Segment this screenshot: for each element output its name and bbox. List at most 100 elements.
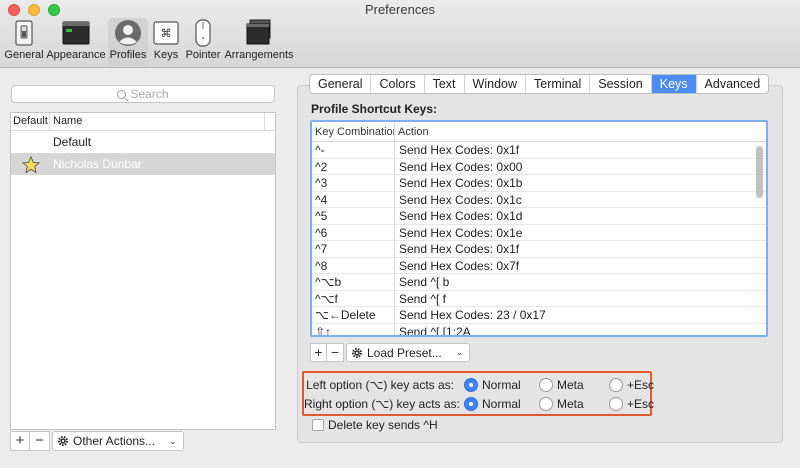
- chevron-down-icon: ⌄: [455, 347, 464, 357]
- tab-advanced[interactable]: Advanced: [697, 75, 769, 93]
- other-actions-dropdown[interactable]: Other Actions... ⌄: [52, 431, 184, 451]
- remove-profile-button[interactable]: −: [30, 431, 50, 451]
- table-row[interactable]: ^2 Send Hex Codes: 0x00: [312, 158, 766, 175]
- table-row[interactable]: ⇧↑ Send ^[ [1;2A: [312, 323, 766, 335]
- search-placeholder: Search: [130, 87, 169, 101]
- table-row[interactable]: ^3 Send Hex Codes: 0x1b: [312, 175, 766, 192]
- right-option-meta[interactable]: Meta: [539, 397, 599, 411]
- toolbar-appearance-label: Appearance: [46, 49, 106, 61]
- delete-sends-ctrl-h-checkbox[interactable]: Delete key sends ^H: [312, 418, 438, 432]
- arrangements-icon: [246, 19, 271, 45]
- key-combination-cell: ^2: [312, 158, 395, 174]
- key-combination-cell: ^4: [312, 191, 395, 207]
- toolbar-keys[interactable]: ⌘ Keys: [150, 18, 182, 66]
- left-option-normal[interactable]: Normal: [464, 378, 529, 392]
- add-profile-button[interactable]: +: [10, 431, 30, 451]
- action-cell: Send Hex Codes: 0x1c: [399, 192, 522, 207]
- right-option-normal[interactable]: Normal: [464, 397, 529, 411]
- column-header-default[interactable]: Default: [11, 113, 50, 130]
- preferences-window: Preferences General Appearance Profiles …: [0, 0, 800, 468]
- key-combination-cell: ^⌥b: [312, 274, 395, 290]
- toolbar-arrangements[interactable]: Arrangements: [224, 18, 294, 66]
- delete-sends-label: Delete key sends ^H: [328, 418, 438, 432]
- tab-session[interactable]: Session: [590, 75, 652, 93]
- toolbar-general[interactable]: General: [4, 18, 44, 66]
- profile-list-controls: + − Other Actions... ⌄: [10, 431, 184, 451]
- action-cell: Send Hex Codes: 0x1f: [399, 242, 520, 256]
- title-bar: Preferences General Appearance Profiles …: [0, 0, 800, 68]
- tab-window[interactable]: Window: [465, 75, 527, 93]
- table-row[interactable]: ^8 Send Hex Codes: 0x7f: [312, 257, 766, 274]
- action-cell: Send Hex Codes: 0x1d: [399, 209, 523, 223]
- key-combination-cell: ^5: [312, 208, 395, 224]
- table-row[interactable]: ^⌥b Send ^[ b: [312, 274, 766, 291]
- profile-row-default[interactable]: Default: [11, 131, 275, 153]
- default-marker: [11, 153, 50, 175]
- toolbar-profiles[interactable]: Profiles: [108, 18, 148, 66]
- vertical-scrollbar[interactable]: [756, 146, 763, 198]
- key-combination-cell: ^⌥f: [312, 290, 395, 306]
- key-combination-cell: ^8: [312, 257, 395, 273]
- command-key-icon: ⌘: [153, 21, 179, 45]
- shortcut-controls: + − Load Preset... ⌄: [310, 343, 471, 362]
- radio-button[interactable]: [609, 397, 623, 411]
- toolbar-keys-label: Keys: [153, 49, 179, 61]
- profile-row-nicholas-dunbar[interactable]: Nicholas Dunbar: [11, 153, 275, 175]
- chevron-down-icon: ⌄: [169, 435, 177, 446]
- load-preset-label: Load Preset...: [367, 345, 442, 360]
- star-icon: [21, 156, 40, 174]
- left-option-esc[interactable]: +Esc: [609, 378, 654, 392]
- left-option-label: Left option (⌥) key acts as:: [306, 378, 454, 392]
- radio-button[interactable]: [539, 397, 553, 411]
- toolbar-arrangements-label: Arrangements: [224, 49, 294, 61]
- tab-keys[interactable]: Keys: [651, 75, 697, 93]
- add-shortcut-button[interactable]: +: [310, 343, 327, 362]
- shortcut-keys-table: Key Combination Action ^- Send Hex Codes:…: [310, 120, 768, 337]
- toolbar-pointer-label: Pointer: [185, 49, 221, 61]
- table-row[interactable]: ^4 Send Hex Codes: 0x1c: [312, 191, 766, 208]
- table-row[interactable]: ^6 Send Hex Codes: 0x1e: [312, 224, 766, 241]
- tab-colors[interactable]: Colors: [371, 75, 425, 93]
- shortcut-table-header: Key Combination Action: [312, 122, 766, 142]
- tab-text[interactable]: Text: [425, 75, 465, 93]
- checkbox[interactable]: [312, 419, 324, 431]
- radio-button[interactable]: [609, 378, 623, 392]
- radio-button[interactable]: [539, 378, 553, 392]
- table-row[interactable]: ^7 Send Hex Codes: 0x1f: [312, 241, 766, 258]
- key-combination-cell: ⇧↑: [312, 323, 395, 335]
- key-combination-cell: ^3: [312, 175, 395, 191]
- load-preset-dropdown[interactable]: Load Preset... ⌄: [346, 343, 471, 362]
- column-header-key-combination[interactable]: Key Combination: [312, 122, 395, 141]
- profile-shortcut-keys-title: Profile Shortcut Keys:: [311, 102, 438, 116]
- key-combination-cell: ^7: [312, 241, 395, 257]
- switch-icon: [15, 20, 33, 46]
- column-header-action[interactable]: Action: [395, 122, 766, 141]
- table-row[interactable]: ^- Send Hex Codes: 0x1f: [312, 142, 766, 159]
- toolbar-appearance[interactable]: Appearance: [46, 18, 106, 66]
- toolbar-pointer[interactable]: Pointer: [184, 18, 222, 66]
- left-option-meta[interactable]: Meta: [539, 378, 599, 392]
- profile-search-input[interactable]: Search: [11, 85, 275, 103]
- tab-terminal[interactable]: Terminal: [526, 75, 591, 93]
- action-cell: Send Hex Codes: 0x1b: [399, 176, 523, 190]
- left-option-row: Left option (⌥) key acts as: Normal Meta…: [304, 376, 664, 394]
- gear-icon: [351, 347, 363, 358]
- radio-button[interactable]: [464, 397, 478, 411]
- action-cell: Send Hex Codes: 0x7f: [399, 258, 520, 273]
- shortcut-rows: ^- Send Hex Codes: 0x1f ^2 Send Hex Codes: …: [312, 142, 766, 335]
- option-key-highlight: Left option (⌥) key acts as: Normal Meta…: [302, 371, 654, 416]
- key-combination-cell: ^-: [312, 142, 395, 158]
- profile-list: Default Name Default Nicholas Dunbar: [10, 112, 276, 430]
- table-row[interactable]: ⌥←Delete Send Hex Codes: 23 / 0x17: [312, 307, 766, 324]
- column-header-name[interactable]: Name: [50, 113, 265, 130]
- radio-button[interactable]: [464, 378, 478, 392]
- remove-shortcut-button[interactable]: −: [327, 343, 344, 362]
- right-option-label: Right option (⌥) key acts as:: [304, 397, 460, 411]
- right-option-row: Right option (⌥) key acts as: Normal Met…: [304, 395, 664, 413]
- search-icon: [117, 90, 127, 99]
- tab-general[interactable]: General: [310, 75, 372, 93]
- right-option-esc[interactable]: +Esc: [609, 397, 654, 411]
- profile-tabs: General Colors Text Window Terminal Sess…: [309, 74, 770, 94]
- table-row[interactable]: ^5 Send Hex Codes: 0x1d: [312, 208, 766, 225]
- table-row[interactable]: ^⌥f Send ^[ f: [312, 290, 766, 307]
